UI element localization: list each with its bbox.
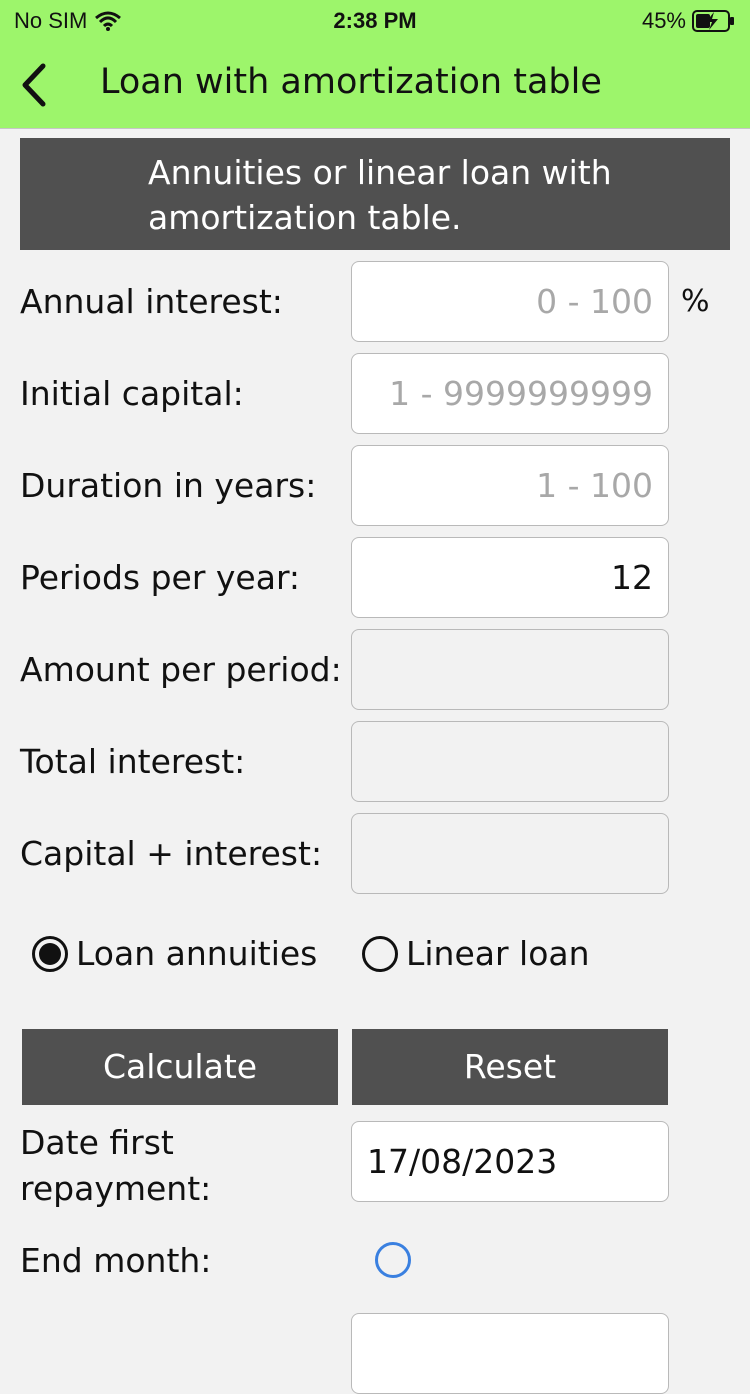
amount-per-period-label: Amount per period: (20, 650, 342, 689)
battery-percent: 45% (641, 8, 686, 33)
back-button[interactable] (14, 60, 54, 110)
next-field-input[interactable] (351, 1313, 669, 1394)
capital-interest-label: Capital + interest: (20, 834, 323, 873)
total-interest-output (351, 721, 669, 802)
end-month-toggle[interactable] (375, 1242, 411, 1278)
duration-label: Duration in years: (20, 466, 317, 505)
reset-button[interactable]: Reset (352, 1029, 668, 1105)
status-bar: No SIM 2:38 PM 45% (0, 0, 750, 42)
description-banner: Annuities or linear loan with amortizati… (20, 138, 730, 250)
radio-loan-annuities[interactable]: Loan annuities (32, 934, 317, 973)
end-month-label: End month: (20, 1241, 212, 1280)
capital-interest-output (351, 813, 669, 894)
annual-interest-label: Annual interest: (20, 282, 283, 321)
percent-unit: % (681, 284, 710, 319)
page-title: Loan with amortization table (100, 62, 602, 102)
radio-loan-annuities-label: Loan annuities (76, 934, 318, 973)
chevron-left-icon (22, 63, 46, 107)
status-time: 2:38 PM (333, 8, 417, 33)
radio-unselected-icon (362, 935, 398, 972)
battery-charging-icon (692, 10, 734, 32)
periods-label: Periods per year: (20, 558, 301, 597)
calculate-button[interactable]: Calculate (22, 1029, 338, 1105)
duration-input[interactable]: 1 - 100 (351, 445, 669, 526)
date-first-input[interactable]: 17/08/2023 (351, 1121, 669, 1202)
initial-capital-input[interactable]: 1 - 9999999999 (351, 353, 669, 434)
radio-selected-icon (32, 935, 68, 972)
amount-per-period-output (351, 629, 669, 710)
date-first-label: Date first repayment: (20, 1123, 212, 1208)
periods-input[interactable]: 12 (351, 537, 669, 618)
navigation-bar: Loan with amortization table (0, 42, 750, 129)
total-interest-label: Total interest: (20, 742, 246, 781)
annual-interest-input[interactable]: 0 - 100 (351, 261, 669, 342)
status-right: 45% (642, 8, 736, 34)
radio-linear-loan-label: Linear loan (406, 934, 590, 973)
radio-linear-loan[interactable]: Linear loan (362, 934, 590, 973)
initial-capital-label: Initial capital: (20, 374, 244, 413)
